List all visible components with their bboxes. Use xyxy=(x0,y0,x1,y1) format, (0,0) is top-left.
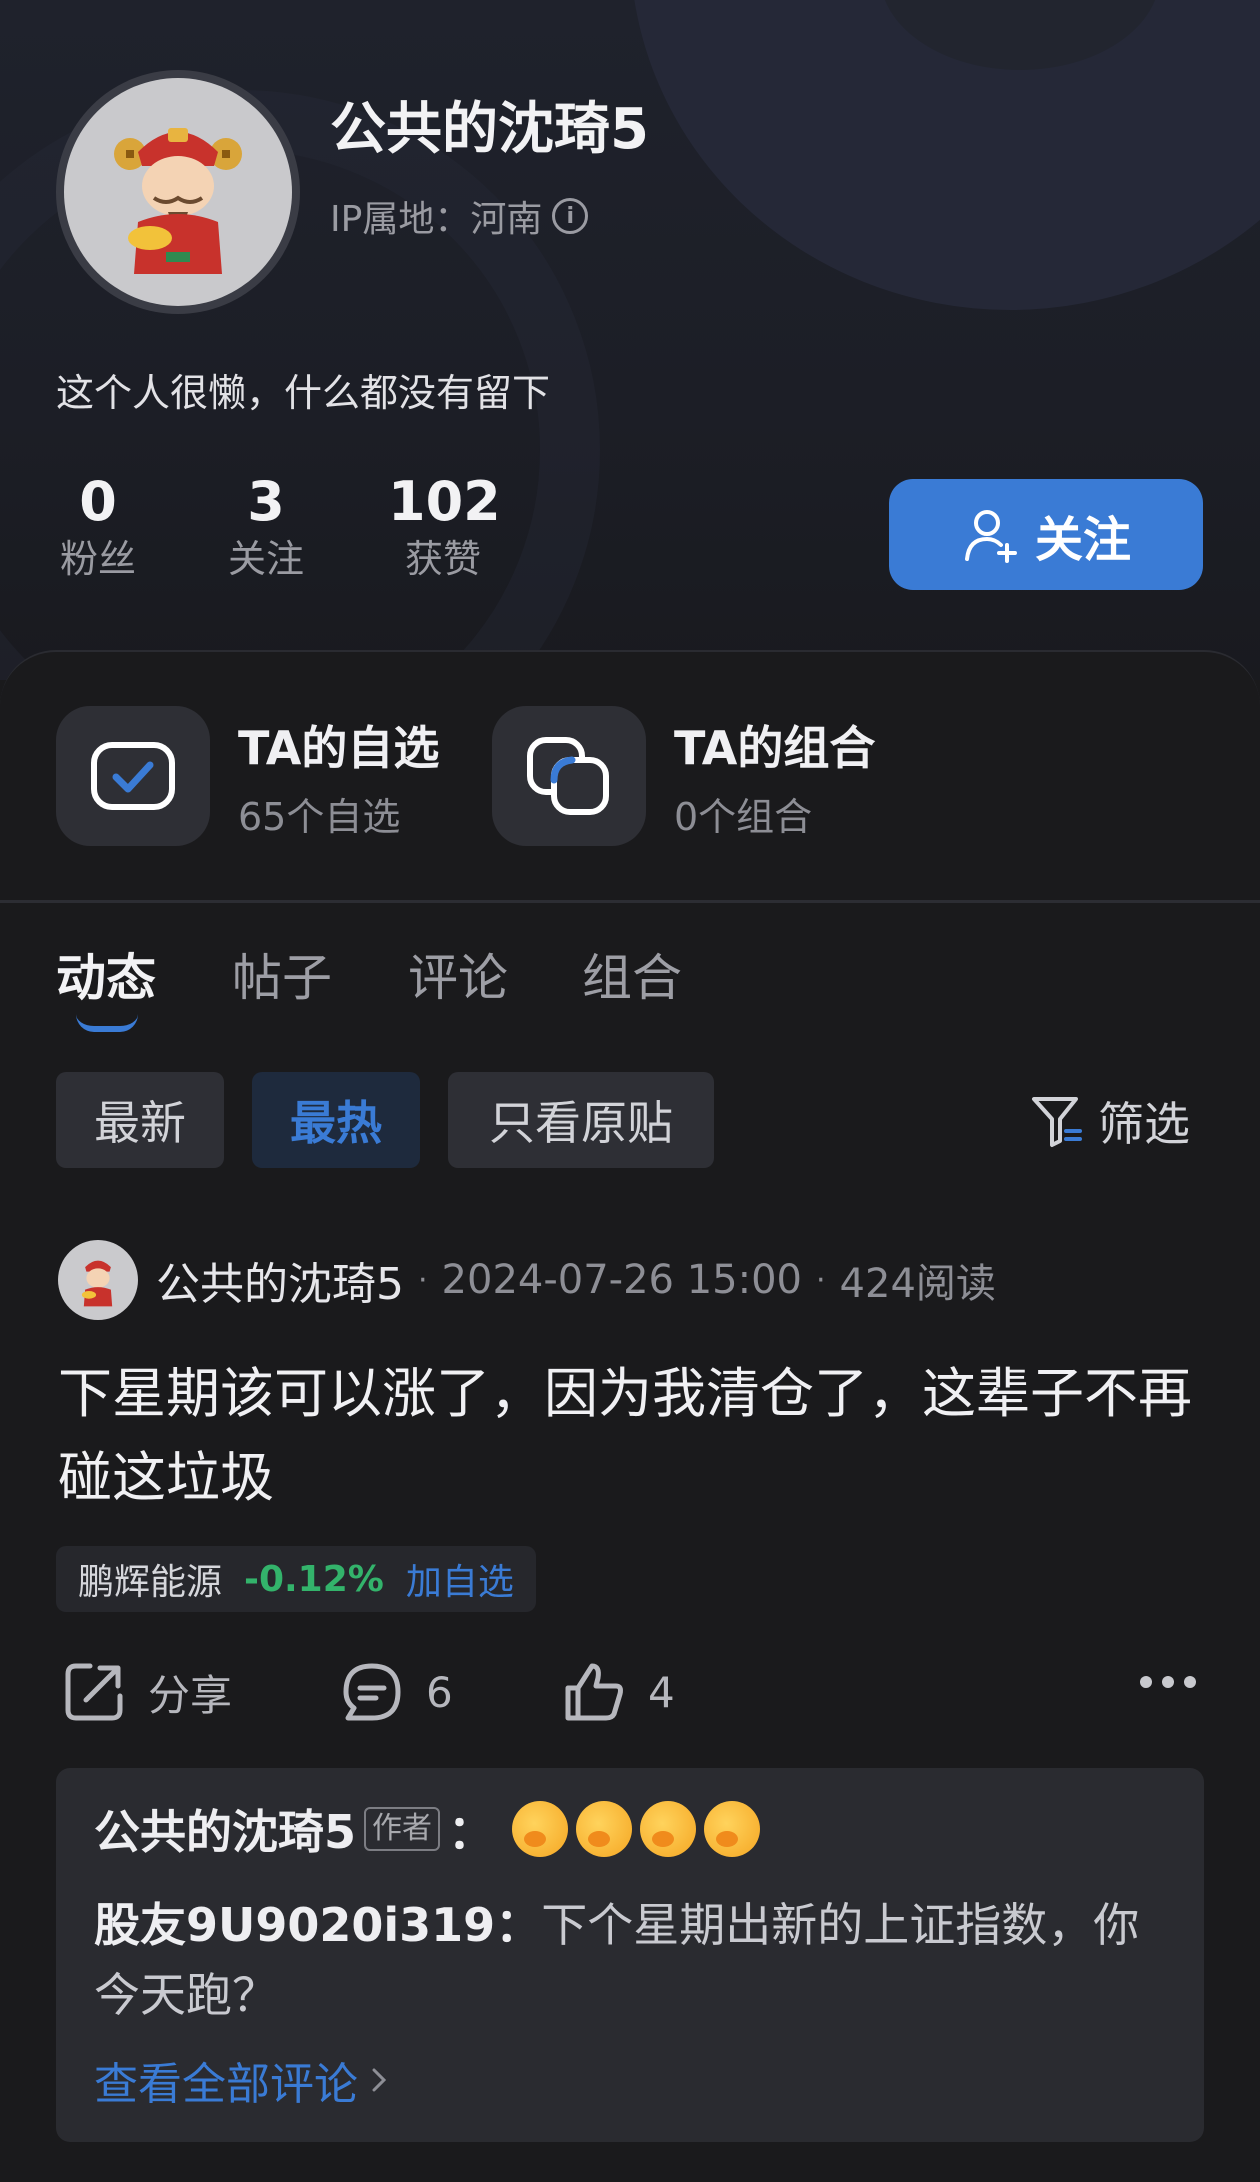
like-button[interactable]: 4 xyxy=(562,1660,675,1724)
meta-separator: · xyxy=(418,1262,428,1298)
view-all-label: 查看全部评论 xyxy=(94,2059,358,2110)
yawn-emoji-icon xyxy=(512,1801,569,1857)
profile-username: 公共的沈琦5 xyxy=(330,97,649,162)
comment-colon: ： xyxy=(495,1898,542,1952)
avatar-cartoon-icon xyxy=(114,128,242,274)
stat-following[interactable]: 3 关注 xyxy=(224,470,308,584)
watchlist-count: 65个自选 xyxy=(238,795,401,839)
share-icon xyxy=(65,1663,123,1721)
tab-posts[interactable]: 帖子 xyxy=(232,938,332,1010)
profile-header: 公共的沈琦5 IP属地：河南 i 这个人很懒，什么都没有留下 0 粉丝 3 关注… xyxy=(0,0,1260,680)
stock-tag[interactable]: 鹏辉能源 -0.12% 加自选 xyxy=(56,1546,536,1612)
chevron-right-icon xyxy=(372,2068,387,2092)
comment-author[interactable]: 股友9U9020i319 xyxy=(94,1898,495,1952)
portfolio-card[interactable] xyxy=(492,706,646,846)
stat-label: 粉丝 xyxy=(59,537,136,581)
post-meta: 公共的沈琦5 · 2024-07-26 15:00 · 424阅读 xyxy=(58,1240,996,1320)
comment-count: 6 xyxy=(426,1667,453,1717)
share-button[interactable]: 分享 xyxy=(62,1660,232,1724)
chip-hottest[interactable]: 最热 xyxy=(252,1072,420,1168)
chip-latest[interactable]: 最新 xyxy=(56,1072,224,1168)
stat-label: 获赞 xyxy=(404,537,481,581)
comments-preview[interactable]: 公共的沈琦5 作者 ： 股友9U9020i319：下个星期出新的上证指数，你今天… xyxy=(56,1768,1204,2142)
share-label: 分享 xyxy=(148,1670,233,1720)
tab-comments[interactable]: 评论 xyxy=(408,938,508,1010)
stat-number: 102 xyxy=(388,470,501,533)
stat-fans[interactable]: 0 粉丝 xyxy=(58,470,138,584)
chip-original-only[interactable]: 只看原贴 xyxy=(448,1072,714,1168)
view-all-comments-link[interactable]: 查看全部评论 xyxy=(94,2048,388,2112)
stat-likes[interactable]: 102 获赞 xyxy=(388,470,501,584)
stat-number: 3 xyxy=(247,470,285,533)
more-options-icon[interactable] xyxy=(1140,1676,1196,1688)
comment-author[interactable]: 公共的沈琦5 xyxy=(94,1796,356,1862)
ip-location-text: IP属地：河南 xyxy=(330,199,543,240)
post-author-avatar[interactable] xyxy=(58,1240,138,1320)
watchlist-check-icon xyxy=(91,742,175,810)
stock-name: 鹏辉能源 xyxy=(78,1562,223,1603)
like-count: 4 xyxy=(648,1667,675,1717)
stat-label: 关注 xyxy=(227,537,304,581)
watchlist-card[interactable] xyxy=(56,706,210,846)
portfolio-stack-icon xyxy=(527,737,609,815)
portfolio-count: 0个组合 xyxy=(674,795,813,839)
filter-icon xyxy=(1032,1097,1082,1147)
portfolio-title[interactable]: TA的组合 xyxy=(674,712,875,778)
avatar[interactable] xyxy=(56,70,300,314)
info-icon[interactable]: i xyxy=(552,198,589,234)
thumbs-up-icon xyxy=(565,1663,623,1721)
section-divider xyxy=(0,900,1260,903)
comment-button[interactable]: 6 xyxy=(340,1660,453,1724)
post-author[interactable]: 公共的沈琦5 xyxy=(156,1248,404,1312)
tab-activity[interactable]: 动态 xyxy=(56,938,156,1010)
avatar-cartoon-icon xyxy=(81,1260,113,1307)
tab-portfolios[interactable]: 组合 xyxy=(582,938,682,1010)
stock-change: -0.12% xyxy=(244,1558,384,1600)
yawn-emoji-icon xyxy=(704,1801,761,1857)
yawn-emoji-icon xyxy=(576,1801,633,1857)
comment-item[interactable]: 公共的沈琦5 作者 ： xyxy=(94,1796,768,1862)
filter-button[interactable]: 筛选 xyxy=(1030,1088,1190,1154)
post-read-count: 424阅读 xyxy=(839,1261,996,1307)
profile-bio: 这个人很懒，什么都没有留下 xyxy=(56,371,551,415)
stat-number: 0 xyxy=(79,470,117,533)
add-to-watchlist-button[interactable]: 加自选 xyxy=(406,1553,514,1605)
comment-item[interactable]: 股友9U9020i319：下个星期出新的上证指数，你今天跑？ xyxy=(94,1890,1174,2030)
comment-colon: ： xyxy=(448,1805,495,1859)
follow-label: 关注 xyxy=(1034,511,1131,568)
yawn-emoji-icon xyxy=(640,1801,697,1857)
meta-separator: · xyxy=(816,1262,826,1298)
tab-active-indicator xyxy=(76,1014,138,1032)
comment-icon xyxy=(343,1663,401,1721)
add-user-icon xyxy=(964,509,1017,563)
ip-location: IP属地：河南 i xyxy=(330,190,589,242)
post-content[interactable]: 下星期该可以涨了，因为我清仓了，这辈子不再碰这垃圾 xyxy=(58,1352,1208,1520)
filter-label: 筛选 xyxy=(1098,1097,1190,1151)
author-badge: 作者 xyxy=(364,1807,441,1851)
follow-button[interactable]: 关注 xyxy=(889,479,1203,590)
post-datetime: 2024-07-26 15:00 xyxy=(441,1257,802,1303)
watchlist-title[interactable]: TA的自选 xyxy=(238,712,439,778)
